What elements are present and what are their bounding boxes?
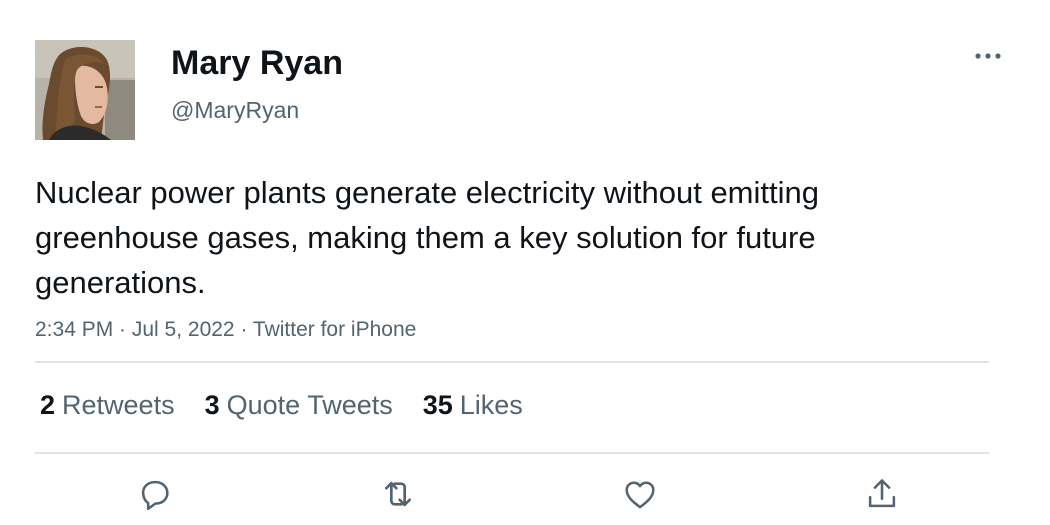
share-icon — [868, 479, 896, 508]
tweet-text: Nuclear power plants generate electricit… — [35, 175, 819, 300]
likes-label: Likes — [459, 389, 523, 420]
likes-count: 35 — [422, 389, 453, 420]
tweet-card: Mary Ryan @MaryRyan Nuclear power plants… — [0, 0, 1050, 525]
likes-stat[interactable]: 35 Likes — [423, 390, 523, 421]
avatar[interactable] — [35, 40, 135, 140]
user-handle[interactable]: @MaryRyan — [171, 95, 299, 125]
reply-button[interactable] — [135, 474, 175, 514]
more-options-icon[interactable] — [972, 44, 1004, 68]
quote-tweets-label: Quote Tweets — [226, 389, 393, 420]
reply-icon — [141, 480, 169, 510]
engagement-stats: 2 Retweets 3 Quote Tweets 35 Likes — [40, 385, 553, 425]
like-icon — [625, 481, 655, 509]
display-name[interactable]: Mary Ryan — [171, 42, 343, 84]
avatar-image — [35, 40, 135, 140]
retweet-icon — [385, 481, 411, 507]
quote-tweets-stat[interactable]: 3 Quote Tweets — [205, 390, 393, 421]
like-button[interactable] — [620, 474, 660, 514]
divider-top — [35, 361, 989, 363]
retweet-button[interactable] — [378, 474, 418, 514]
retweets-stat[interactable]: 2 Retweets — [40, 390, 175, 421]
share-button[interactable] — [862, 474, 902, 514]
divider-bottom — [35, 452, 989, 454]
tweet-timestamp[interactable]: 2:34 PM · Jul 5, 2022 · Twitter for iPho… — [35, 315, 416, 345]
quote-tweets-count: 3 — [204, 389, 220, 420]
retweets-label: Retweets — [62, 389, 175, 420]
retweets-count: 2 — [40, 389, 56, 420]
